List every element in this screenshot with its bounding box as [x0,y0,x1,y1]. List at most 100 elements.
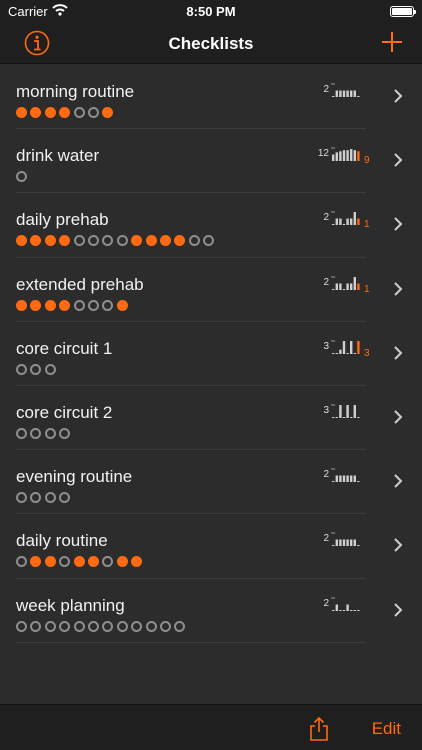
sparkline-bar [357,545,360,547]
todo-dot [131,620,143,632]
chevron-right-icon[interactable] [392,346,404,360]
progress-dots [16,107,117,118]
progress-dots [16,620,189,632]
sparkline-bar [332,154,335,162]
chevron-right-icon[interactable] [392,474,404,488]
todo-dot [59,620,71,632]
history-sparkline [331,147,360,162]
sparkline-max-label: 3 [323,404,329,416]
checklist-row[interactable]: core circuit 1 3 3 [0,322,422,387]
todo-dot [16,363,27,375]
sparkline-bar [346,475,349,483]
todo-dot [102,235,114,247]
todo-dot [102,556,114,568]
chevron-right-icon[interactable] [392,153,404,167]
checklist-row[interactable]: core circuit 2 3 [0,386,422,451]
done-dot [131,556,143,568]
done-dot [44,235,56,247]
checklist-row[interactable]: week planning 2 [0,579,422,643]
navigation-bar: Checklists [0,24,422,64]
sparkline-bar [353,609,356,611]
todo-dot [16,171,27,183]
done-dot [44,556,56,568]
sparkline-bar [332,224,335,226]
sparkline-bar [332,352,335,354]
sparkline-max-label: 2 [323,276,329,288]
checklist-row[interactable]: daily routine 2 [0,514,422,579]
chevron-right-icon[interactable] [392,538,404,553]
todo-dot [73,620,85,632]
sparkline-bar [353,150,356,162]
todo-dot [116,235,128,247]
todo-dot [188,235,200,247]
progress-dots [16,171,30,183]
todo-dot [174,620,186,632]
progress-dots [16,427,74,439]
checklist-row[interactable]: morning routine 2 [0,65,422,130]
checklist-name: extended prehab [16,274,144,294]
sparkline-bar [357,283,360,290]
checklist-list: morning routine 2 drink water 12 9 daily preh… [0,65,422,643]
checklist-row[interactable]: drink water 12 9 [0,129,422,194]
sparkline-bar [335,90,338,97]
share-icon[interactable] [308,716,330,742]
todo-dot [30,363,42,375]
todo-dot [102,620,114,632]
todo-dot [145,620,157,632]
sparkline-bar [350,475,353,483]
checklist-row[interactable]: extended prehab 2 1 [0,258,422,322]
progress-dots [16,363,59,375]
todo-dot [116,620,128,632]
sparkline-max-label: 2 [323,533,329,545]
edit-button[interactable]: Edit [372,719,401,739]
info-icon[interactable] [24,30,50,56]
sparkline-bar [339,349,342,354]
done-dot [59,235,71,247]
sparkline-bar [335,475,338,483]
sparkline-bar [339,475,342,483]
todo-dot [30,620,42,632]
sparkline-bar [357,151,360,162]
history-sparkline [331,83,360,97]
todo-dot [30,427,42,439]
checklist-row[interactable]: daily prehab 2 1 [0,193,422,258]
done-dot [59,107,71,118]
sparkline-bar [332,416,335,418]
sparkline-bar [342,340,346,354]
chevron-right-icon[interactable] [392,281,404,296]
plus-icon[interactable] [380,30,404,54]
history-sparkline [331,532,360,547]
todo-dot [59,556,71,568]
history-sparkline [331,340,360,354]
chevron-right-icon[interactable] [392,410,404,424]
sparkline-bar [346,90,349,97]
sparkline-bar [342,416,346,418]
chevron-right-icon[interactable] [392,602,404,617]
sparkline-bar [353,212,356,226]
todo-dot [44,427,56,439]
chevron-right-icon[interactable] [392,89,404,103]
sparkline-bar [339,539,342,547]
todo-dot [59,427,71,439]
todo-dot [44,363,56,375]
sparkline-bar [353,475,356,483]
todo-dot [87,299,99,311]
done-dot [174,235,186,247]
sparkline-bar [357,96,360,97]
todo-dot [16,427,27,439]
checklist-name: daily routine [16,531,108,551]
progress-dots [16,492,74,504]
sparkline-bar [335,283,338,290]
todo-dot [87,620,99,632]
done-dot [30,556,42,568]
wifi-icon [52,4,68,19]
sparkline-bar [357,481,360,483]
done-dot [16,235,27,247]
sparkline-bar [357,218,360,226]
chevron-right-icon[interactable] [392,217,404,232]
sparkline-bar [346,539,349,547]
sparkline-bar [339,609,342,611]
sparkline-bar [335,218,338,226]
checklist-row[interactable]: evening routine 2 [0,450,422,515]
todo-dot [16,492,27,504]
